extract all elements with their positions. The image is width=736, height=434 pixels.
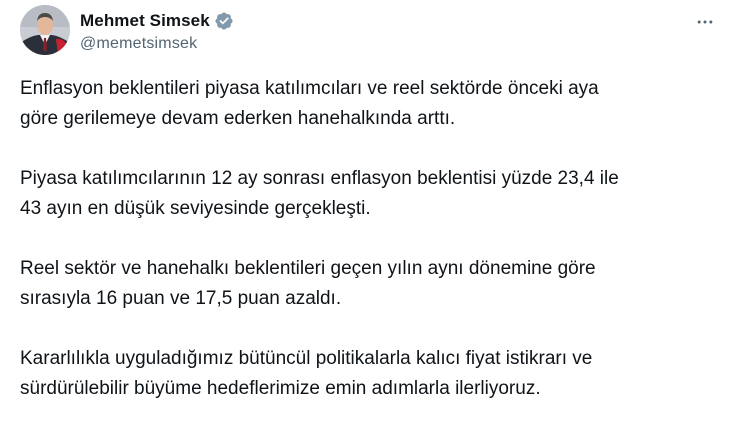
display-name-row: Mehmet Simsek — [80, 10, 234, 32]
tweet: Mehmet Simsek @memetsimsek Enflasyon bek… — [0, 0, 736, 408]
author-names: Mehmet Simsek @memetsimsek — [80, 10, 234, 53]
verified-badge-icon — [214, 11, 234, 31]
tweet-paragraph-2: Piyasa katılımcılarının 12 ay sonrası en… — [20, 168, 619, 219]
more-options-button[interactable] — [690, 7, 720, 37]
display-name[interactable]: Mehmet Simsek — [80, 11, 210, 31]
tweet-paragraph-4: Kararlılıkla uyguladığımız bütüncül poli… — [20, 348, 593, 399]
tweet-header: Mehmet Simsek @memetsimsek — [20, 5, 720, 57]
tweet-paragraph-3: Reel sektör ve hanehalkı beklentileri ge… — [20, 258, 596, 309]
avatar[interactable] — [20, 5, 70, 55]
more-options-icon — [697, 20, 713, 24]
tweet-paragraph-1: Enflasyon beklentileri piyasa katılımcıl… — [20, 78, 599, 129]
author-handle[interactable]: @memetsimsek — [80, 35, 234, 53]
avatar-image — [20, 5, 70, 55]
tweet-text: Enflasyon beklentileri piyasa katılımcıl… — [20, 74, 720, 434]
